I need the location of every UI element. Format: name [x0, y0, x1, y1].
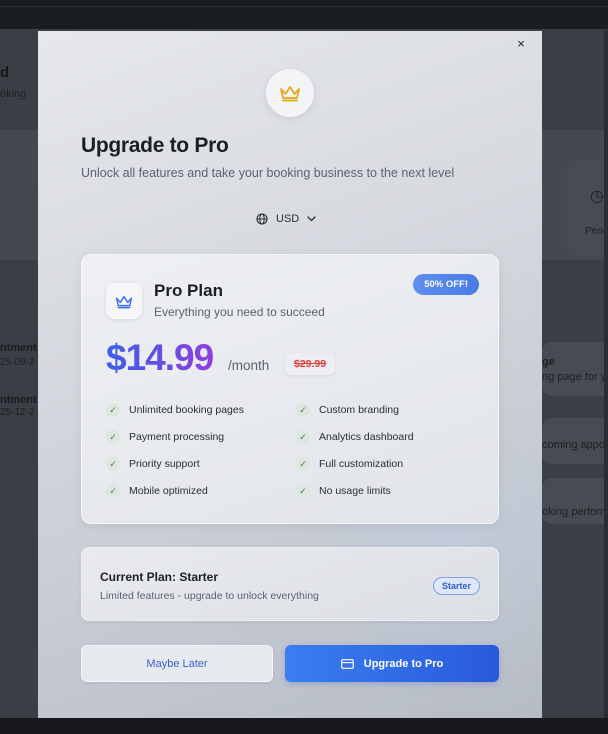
- check-icon: ✓: [296, 457, 310, 471]
- background-heading: d: [0, 64, 10, 81]
- check-icon: ✓: [106, 403, 120, 417]
- feature-item: ✓ Custom branding: [296, 403, 399, 417]
- modal-title: Upgrade to Pro: [81, 134, 229, 157]
- app-top-bar: [0, 0, 608, 30]
- feature-item: ✓ No usage limits: [296, 484, 391, 498]
- background-row-title: ntment f: [0, 342, 44, 354]
- plan-tagline: Everything you need to succeed: [154, 305, 325, 319]
- crown-icon: [280, 86, 300, 102]
- feature-item: ✓ Mobile optimized: [106, 484, 208, 498]
- check-icon: ✓: [296, 403, 310, 417]
- crown-icon-badge: [266, 69, 314, 117]
- globe-icon: [256, 213, 268, 225]
- background-action-label: oking perform: [542, 506, 608, 518]
- check-icon: ✓: [106, 457, 120, 471]
- credit-card-icon: [340, 658, 354, 669]
- feature-item: ✓ Priority support: [106, 457, 200, 471]
- feature-item: ✓ Full customization: [296, 457, 403, 471]
- check-icon: ✓: [106, 484, 120, 498]
- feature-label: Analytics dashboard: [319, 431, 414, 443]
- feature-label: No usage limits: [319, 485, 391, 497]
- background-row-date: 25-12-2: [0, 407, 35, 418]
- upgrade-modal: × Upgrade to Pro Unlock all features and…: [38, 31, 542, 718]
- clock-icon: ◷: [590, 188, 604, 205]
- discount-badge: 50% OFF!: [413, 274, 479, 295]
- current-plan-badge: Starter: [432, 577, 480, 595]
- background-scrollbar: [604, 30, 608, 718]
- app-bottom-bar: [0, 718, 608, 734]
- maybe-later-label: Maybe Later: [146, 657, 208, 670]
- feature-label: Payment processing: [129, 431, 225, 443]
- feature-item: ✓ Unlimited booking pages: [106, 403, 244, 417]
- feature-label: Unlimited booking pages: [129, 404, 244, 416]
- upgrade-to-pro-button[interactable]: Upgrade to Pro: [285, 645, 499, 682]
- original-price: $29.99: [285, 353, 336, 375]
- check-icon: ✓: [106, 430, 120, 444]
- modal-subtitle: Unlock all features and take your bookin…: [81, 166, 455, 180]
- background-action-title: ge: [542, 356, 555, 368]
- background-row-date: 25-09-2: [0, 357, 35, 368]
- pro-plan-card: 50% OFF! Pro Plan Everything you need to…: [81, 254, 499, 524]
- current-plan-title: Current Plan: Starter: [100, 570, 219, 584]
- background-action-card: [542, 342, 608, 396]
- feature-label: Full customization: [319, 458, 404, 470]
- background-action-sub: ng page for y: [542, 371, 607, 383]
- background-action-label: coming appo: [542, 439, 605, 451]
- feature-label: Mobile optimized: [129, 485, 208, 497]
- feature-label: Priority support: [129, 458, 200, 470]
- current-plan-card: Current Plan: Starter Limited features -…: [81, 547, 499, 621]
- current-plan-description: Limited features - upgrade to unlock eve…: [100, 590, 319, 602]
- background-subtext: oking: [0, 88, 27, 100]
- plan-name: Pro Plan: [154, 281, 223, 300]
- upgrade-label: Upgrade to Pro: [363, 657, 444, 670]
- feature-item: ✓ Payment processing: [106, 430, 224, 444]
- feature-item: ✓ Analytics dashboard: [296, 430, 414, 444]
- feature-label: Custom branding: [319, 404, 399, 416]
- chevron-down-icon: [307, 216, 316, 222]
- check-icon: ✓: [296, 430, 310, 444]
- maybe-later-button[interactable]: Maybe Later: [81, 645, 273, 682]
- plan-period: /month: [228, 358, 270, 373]
- check-icon: ✓: [296, 484, 310, 498]
- close-button[interactable]: ×: [514, 37, 528, 51]
- plan-icon: [106, 283, 142, 319]
- background-pending-card: [567, 160, 608, 256]
- currency-selector[interactable]: USD: [256, 211, 316, 227]
- plan-price: $14.99: [106, 337, 214, 378]
- background-row-title: ntment f: [0, 394, 44, 406]
- currency-value: USD: [276, 213, 300, 225]
- crown-icon: [115, 295, 133, 308]
